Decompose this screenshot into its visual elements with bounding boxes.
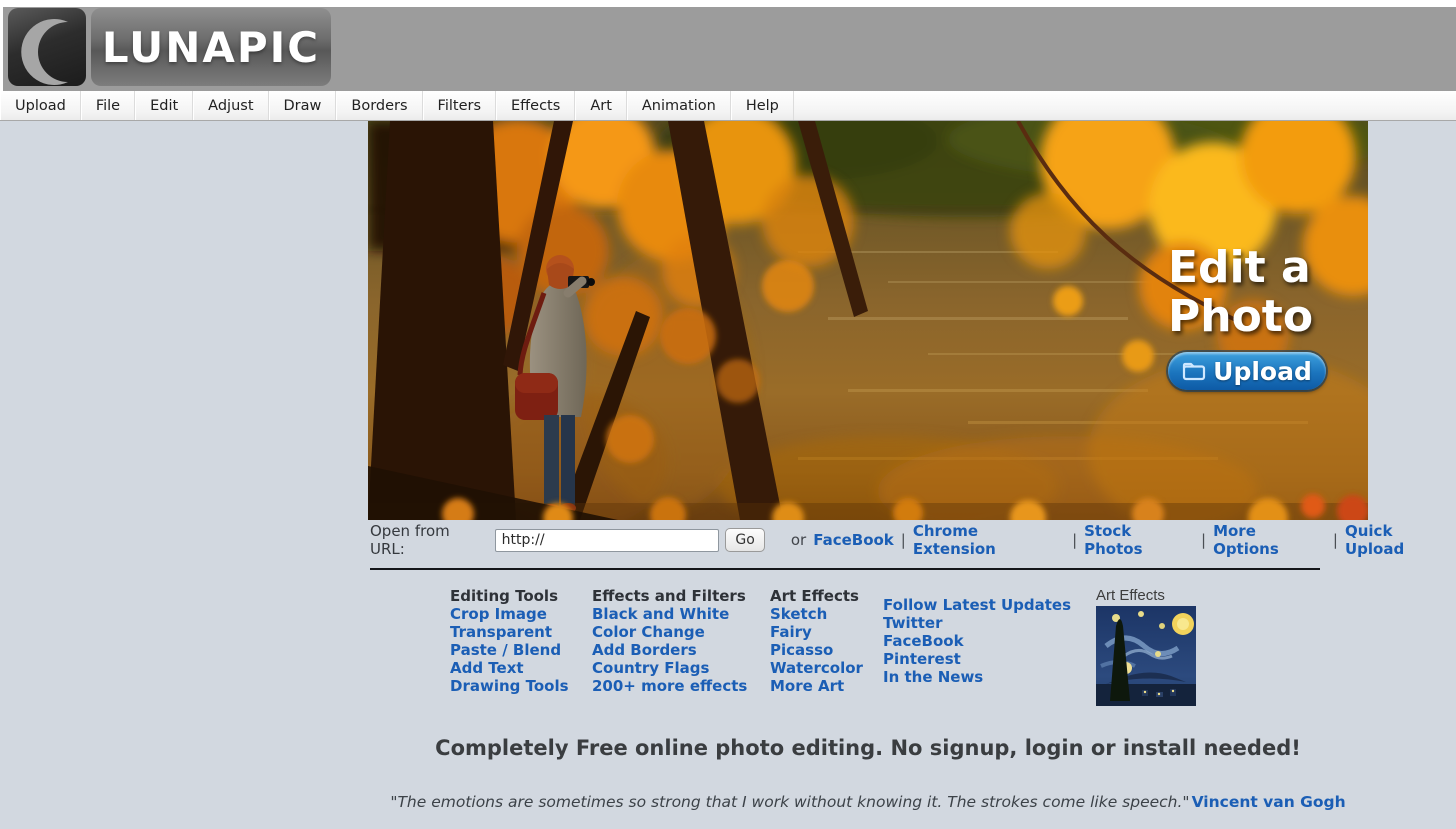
link-paste-blend[interactable]: Paste / Blend [450, 641, 592, 659]
link-more-effects[interactable]: 200+ more effects [592, 677, 770, 695]
menu-item-adjust[interactable]: Adjust [193, 91, 269, 120]
section-divider [370, 568, 1320, 570]
logo-text: LUNAPIC [101, 22, 321, 72]
link-transparent[interactable]: Transparent [450, 623, 592, 641]
column-header: Editing Tools [450, 587, 558, 605]
link-add-borders[interactable]: Add Borders [592, 641, 770, 659]
separator: | [1201, 531, 1207, 549]
hero-headline-line2: Photo [1168, 291, 1314, 343]
menu-item-filters[interactable]: Filters [422, 91, 497, 120]
link-black-and-white[interactable]: Black and White [592, 605, 770, 623]
menu-item-file[interactable]: File [80, 91, 136, 120]
link-fairy[interactable]: Fairy [770, 623, 883, 641]
link-stock-photos[interactable]: Stock Photos [1084, 522, 1194, 558]
link-drawing-tools[interactable]: Drawing Tools [450, 677, 592, 695]
menu-item-upload[interactable]: Upload [0, 91, 81, 120]
link-quick-upload[interactable]: Quick Upload [1345, 522, 1456, 558]
column-header: Art Effects [770, 587, 859, 605]
link-more-art[interactable]: More Art [770, 677, 883, 695]
go-button[interactable]: Go [725, 528, 765, 552]
link-in-the-news[interactable]: In the News [883, 668, 1096, 686]
hero-headline-line1: Edit a [1168, 242, 1311, 293]
art-effects-thumbnail-box: Art Effects [1096, 587, 1196, 706]
menu-item-art[interactable]: Art [575, 91, 627, 120]
moon-icon [8, 8, 86, 86]
column-effects-filters: Effects and Filters Black and White Colo… [592, 587, 770, 706]
menu-item-effects[interactable]: Effects [496, 91, 576, 120]
link-add-text[interactable]: Add Text [450, 659, 592, 677]
separator: | [1072, 531, 1078, 549]
quote-author-link[interactable]: Vincent van Gogh [1192, 793, 1346, 811]
starry-night-thumbnail[interactable] [1096, 606, 1196, 706]
art-effects-thumbnail-label: Art Effects [1096, 587, 1165, 604]
top-banner: LUNAPIC [0, 7, 1456, 91]
link-country-flags[interactable]: Country Flags [592, 659, 770, 677]
folder-icon [1183, 362, 1206, 380]
link-facebook-upload[interactable]: FaceBook [813, 531, 894, 549]
link-twitter[interactable]: Twitter [883, 614, 1096, 632]
column-editing-tools: Editing Tools Crop Image Transparent Pas… [450, 587, 592, 706]
top-white-strip [0, 0, 1456, 7]
hero-upload-button[interactable]: Upload [1168, 352, 1326, 390]
link-pinterest[interactable]: Pinterest [883, 650, 1096, 668]
feature-link-columns: Editing Tools Crop Image Transparent Pas… [450, 587, 1456, 706]
column-art-effects: Art Effects Sketch Fairy Picasso Waterco… [770, 587, 883, 706]
open-from-url-row: Open from URL: Go or FaceBook | Chrome E… [370, 522, 1456, 558]
menu-item-help[interactable]: Help [730, 91, 794, 120]
logo-text-box: LUNAPIC [91, 8, 331, 86]
link-chrome-extension[interactable]: Chrome Extension [913, 522, 1065, 558]
tagline: Completely Free online photo editing. No… [435, 736, 1301, 760]
url-input[interactable] [494, 528, 720, 552]
menu-item-draw[interactable]: Draw [268, 91, 337, 120]
upload-alternative-links: or FaceBook | Chrome Extension | Stock P… [791, 522, 1456, 558]
hero-upload-label: Upload [1213, 356, 1312, 386]
menu-item-animation[interactable]: Animation [626, 91, 731, 120]
link-color-change[interactable]: Color Change [592, 623, 770, 641]
link-sketch[interactable]: Sketch [770, 605, 883, 623]
link-picasso[interactable]: Picasso [770, 641, 883, 659]
column-header: Effects and Filters [592, 587, 746, 605]
menu-item-borders[interactable]: Borders [336, 91, 423, 120]
menu-bar: Upload File Edit Adjust Draw Borders Fil… [0, 91, 1456, 121]
link-watercolor[interactable]: Watercolor [770, 659, 883, 677]
link-crop-image[interactable]: Crop Image [450, 605, 592, 623]
hero-section: Edit a Photo Upload [368, 121, 1368, 520]
column-follow-updates: Follow Latest Updates Twitter FaceBook P… [883, 587, 1096, 706]
menu-item-edit[interactable]: Edit [135, 91, 194, 120]
separator: | [1332, 531, 1338, 549]
hero-headline: Edit a Photo [1168, 243, 1368, 342]
lunapic-logo[interactable]: LUNAPIC [8, 8, 331, 86]
separator: | [900, 531, 906, 549]
quote-text: "The emotions are sometimes so strong th… [390, 793, 1190, 811]
link-facebook[interactable]: FaceBook [883, 632, 1096, 650]
link-follow-latest-updates[interactable]: Follow Latest Updates [883, 596, 1096, 614]
quote-row: "The emotions are sometimes so strong th… [368, 793, 1368, 811]
link-more-options[interactable]: More Options [1213, 522, 1326, 558]
url-label: Open from URL: [370, 522, 450, 558]
or-text: or [790, 531, 807, 549]
